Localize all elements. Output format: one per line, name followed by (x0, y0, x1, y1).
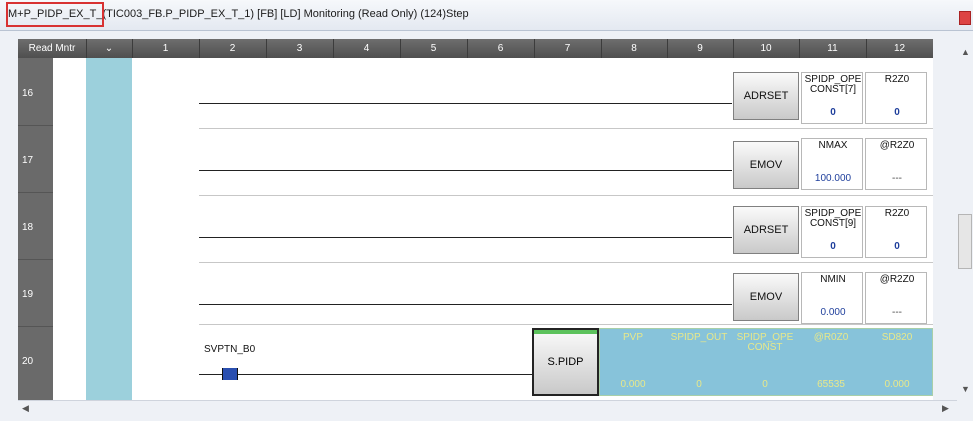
rung-line-18 (199, 237, 732, 238)
operand-value: 0.000 (884, 379, 910, 390)
operand-value: 0 (830, 241, 836, 252)
operand-box[interactable]: NMIN 0.000 (801, 272, 863, 324)
row-separator (18, 125, 53, 126)
destination-box[interactable]: @R2Z0 --- (865, 138, 927, 190)
row-number-19: 19 (22, 289, 34, 300)
left-power-rail-column (86, 58, 132, 400)
column-header-7: 7 (534, 39, 602, 58)
destination-name: R2Z0 (884, 74, 910, 85)
row-divider (199, 195, 933, 196)
operand-box[interactable]: NMAX 100.000 (801, 138, 863, 190)
column-header-6: 6 (467, 39, 535, 58)
destination-value: --- (892, 173, 902, 184)
operand-name: SPIDP_OPE CONST (736, 332, 794, 353)
destination-name: @R2Z0 (879, 140, 915, 151)
row-number-17: 17 (22, 155, 34, 166)
operand-name: NMIN (820, 274, 846, 285)
column-header-9: 9 (667, 39, 734, 58)
title-highlight-box (6, 2, 104, 27)
column-header-4: 4 (333, 39, 401, 58)
scroll-up-icon[interactable]: ▲ (961, 47, 970, 57)
destination-name: R2Z0 (884, 208, 910, 219)
destination-value: --- (892, 307, 902, 318)
vertical-scroll-thumb[interactable] (958, 214, 972, 269)
horizontal-scrollbar[interactable]: ◀ ▶ (18, 400, 957, 418)
mode-dropdown-icon[interactable]: ⌄ (86, 39, 133, 58)
operand-value: 0.000 (620, 379, 646, 390)
column-header-2: 2 (199, 39, 267, 58)
column-header-12: 12 (893, 43, 906, 54)
column-header-3: 3 (266, 39, 334, 58)
column-1-area (132, 58, 200, 400)
row-divider (199, 262, 933, 263)
fb-block-emov[interactable]: EMOV (733, 141, 799, 189)
operand-name: SPIDP_OPE CONST[7] (804, 74, 862, 95)
read-monitor-mode-label: Read Mntr (18, 39, 87, 58)
scroll-right-icon[interactable]: ▶ (942, 403, 949, 414)
operand-value: 0 (830, 107, 836, 118)
contact-icon[interactable] (222, 368, 238, 380)
column-header-10: 10 (733, 39, 800, 58)
selected-operands-area[interactable]: PVP 0.000 SPIDP_OUT 0 SPIDP_OPE CONST 0 … (599, 328, 933, 396)
row-separator (18, 326, 53, 327)
fb-block-spidp[interactable]: S.PIDP (532, 328, 599, 396)
operand-value: 65535 (817, 379, 845, 390)
scroll-left-icon[interactable]: ◀ (22, 403, 29, 414)
destination-name: @R2Z0 (879, 274, 915, 285)
operand-name: SD820 (881, 332, 913, 343)
row-separator (18, 259, 53, 260)
operand-box[interactable]: SPIDP_OPE CONST[9] 0 (801, 206, 863, 258)
destination-value: 0 (894, 241, 900, 252)
operand-value: 100.000 (814, 173, 852, 184)
title-bar: M+P_PIDP_EX_T_(TIC003_FB.P_PIDP_EX_T_1) … (0, 0, 973, 31)
scroll-down-icon[interactable]: ▼ (961, 384, 970, 394)
row-divider (199, 324, 933, 325)
fb-block-adrset[interactable]: ADRSET (733, 206, 799, 254)
operand-name: @R0Z0 (813, 332, 849, 343)
operand-name: PVP (622, 332, 643, 343)
destination-box[interactable]: R2Z0 0 (865, 72, 927, 124)
destination-box[interactable]: R2Z0 0 (865, 206, 927, 258)
close-icon[interactable] (959, 11, 971, 25)
operand-value: 0 (696, 379, 702, 390)
contact-label: SVPTN_B0 (204, 344, 256, 355)
row-number-20: 20 (22, 356, 34, 367)
rung-line-20 (199, 374, 532, 375)
rung-line-16 (199, 103, 732, 104)
destination-box[interactable]: @R2Z0 --- (865, 272, 927, 324)
left-margin-column (53, 58, 86, 400)
execution-status-bar (534, 330, 597, 334)
row-divider (199, 128, 933, 129)
operand-name: SPIDP_OPE CONST[9] (804, 208, 862, 229)
row-number-column: 16 17 18 19 20 (18, 58, 53, 400)
fb-block-emov[interactable]: EMOV (733, 273, 799, 321)
fb-block-adrset[interactable]: ADRSET (733, 72, 799, 120)
column-header: Read Mntr ⌄ 1 2 3 4 5 6 7 8 9 10 11 12 (18, 39, 933, 58)
operand-name: SPIDP_OUT (670, 332, 728, 343)
fb-block-spidp-label: S.PIDP (547, 356, 584, 368)
operand-box[interactable]: SPIDP_OPE CONST[7] 0 (801, 72, 863, 124)
column-header-1: 1 (132, 39, 200, 58)
column-header-11: 11 (799, 39, 867, 58)
operand-value: 0 (762, 379, 768, 390)
operand-name: NMAX (818, 140, 848, 151)
ladder-editor-window: M+P_PIDP_EX_T_(TIC003_FB.P_PIDP_EX_T_1) … (0, 0, 973, 421)
column-header-8: 8 (601, 39, 668, 58)
operand-value: 0.000 (820, 307, 846, 318)
destination-value: 0 (894, 107, 900, 118)
column-header-5: 5 (400, 39, 468, 58)
row-number-18: 18 (22, 222, 34, 233)
row-separator (18, 192, 53, 193)
rung-line-17 (199, 170, 732, 171)
row-number-16: 16 (22, 88, 34, 99)
rung-line-19 (199, 304, 732, 305)
